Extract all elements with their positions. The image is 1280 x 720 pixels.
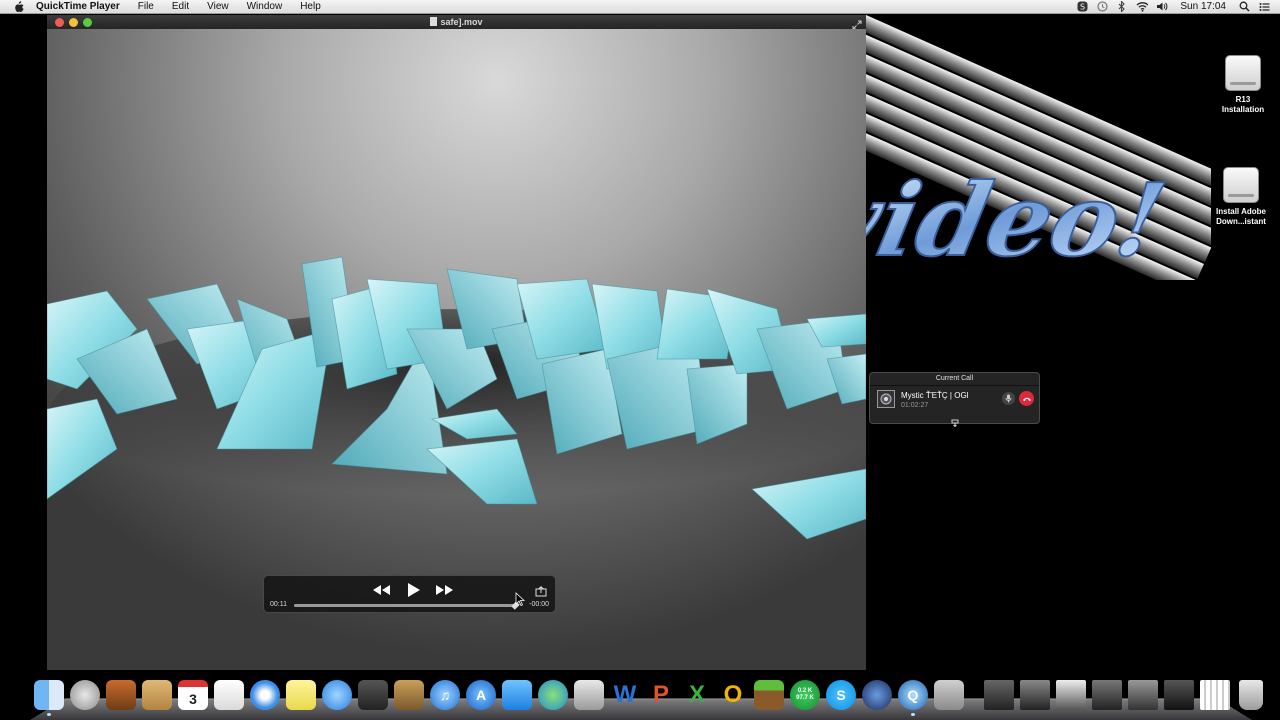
system-preferences-icon[interactable] — [106, 680, 136, 710]
scrubber-track[interactable] — [294, 601, 520, 610]
skype-status-icon[interactable]: S — [1076, 1, 1088, 13]
dock-items: 3 ♫ A W P X O 0.2 K 97.7 K S Q — [34, 678, 1263, 716]
cinema4d-icon[interactable] — [862, 680, 892, 710]
outlook-icon[interactable]: O — [718, 680, 748, 710]
video-frame[interactable]: 00:11 -00:00 — [47, 29, 866, 670]
window-title-text: safe].mov — [440, 17, 483, 27]
elapsed-time: 00:11 — [270, 601, 287, 608]
svg-text:S: S — [1080, 3, 1085, 12]
network-globe-icon[interactable] — [538, 680, 568, 710]
fullscreen-icon[interactable] — [852, 17, 862, 30]
wifi-icon[interactable] — [1136, 1, 1149, 13]
launchpad-icon[interactable] — [70, 680, 100, 710]
preview-icon[interactable] — [574, 680, 604, 710]
caller-avatar — [877, 390, 895, 408]
dock: 3 ♫ A W P X O 0.2 K 97.7 K S Q — [30, 672, 1263, 720]
app-store-icon[interactable]: A — [466, 680, 496, 710]
itunes-icon[interactable]: ♫ — [430, 680, 460, 710]
minecraft-icon[interactable] — [754, 680, 784, 710]
bluetooth-icon[interactable] — [1116, 1, 1128, 13]
desktop-icon-label: Installation — [1221, 105, 1265, 114]
video-content-ice-shards — [47, 256, 866, 540]
menu-bar: QuickTime Player File Edit View Window H… — [0, 0, 1280, 14]
notification-center-icon[interactable] — [1258, 1, 1270, 13]
menu-file[interactable]: File — [129, 0, 163, 14]
network-activity-icon[interactable]: 0.2 K 97.7 K — [790, 680, 820, 710]
app-menu-quicktime[interactable]: QuickTime Player — [26, 0, 129, 14]
image-capture-icon[interactable] — [934, 680, 964, 710]
wallpaper-artwork: video! — [866, 15, 1211, 280]
svg-text:video!: video! — [866, 161, 1175, 279]
calendar-day: 3 — [189, 690, 197, 707]
mouse-cursor-icon — [515, 592, 525, 606]
play-button[interactable] — [405, 582, 423, 598]
call-panel-header: Current Call — [870, 373, 1039, 386]
iphoto-icon[interactable] — [394, 680, 424, 710]
movie-file-icon — [430, 17, 438, 26]
share-icon[interactable] — [535, 583, 547, 599]
desktop-icon-label: Install Adobe — [1216, 207, 1266, 216]
rewind-button[interactable] — [370, 582, 392, 598]
minimized-window-thumbnail[interactable] — [1092, 680, 1122, 710]
mute-microphone-button[interactable] — [1002, 392, 1015, 405]
expand-panel-icon[interactable] — [951, 414, 959, 428]
spotlight-search-icon[interactable] — [1238, 1, 1250, 13]
quicktime-window: safe].mov 00:11 -00:00 — [47, 15, 866, 670]
excel-icon[interactable]: X — [682, 680, 712, 710]
menu-view[interactable]: View — [198, 0, 238, 14]
remaining-time: -00:00 — [529, 601, 549, 608]
time-machine-icon[interactable] — [1096, 1, 1108, 13]
powerpoint-icon[interactable]: P — [646, 680, 676, 710]
scrubber-progress — [294, 604, 515, 607]
stickies-icon[interactable] — [286, 680, 316, 710]
reminders-icon[interactable] — [214, 680, 244, 710]
call-duration: 01:02:27 — [901, 402, 929, 409]
window-title: safe].mov — [47, 15, 866, 29]
menu-edit[interactable]: Edit — [163, 0, 198, 14]
menu-help[interactable]: Help — [291, 0, 330, 14]
running-indicator — [47, 713, 51, 716]
menubar-clock[interactable]: Sun 17:04 — [1172, 1, 1234, 12]
quicktime-icon[interactable]: Q — [898, 680, 928, 716]
game-center-icon[interactable] — [502, 680, 532, 710]
window-titlebar[interactable]: safe].mov — [47, 15, 866, 30]
minimized-window-thumbnail[interactable] — [984, 680, 1014, 710]
trash-icon[interactable] — [1239, 680, 1263, 710]
minimized-window-thumbnail[interactable] — [1164, 680, 1194, 710]
drive-icon — [1225, 55, 1261, 91]
drive-icon — [1223, 167, 1259, 203]
running-indicator — [911, 713, 915, 716]
activity-up-value: 0.2 K — [797, 688, 813, 694]
safari-icon[interactable] — [250, 680, 280, 710]
downloads-stack-icon[interactable] — [1200, 680, 1230, 710]
finder-icon[interactable] — [34, 680, 64, 716]
desktop-icon-label: R13 — [1235, 95, 1251, 104]
desktop-icon-label: Down...istant — [1216, 217, 1266, 226]
desktop-icon-r13-installation[interactable]: R13 Installation — [1208, 55, 1278, 115]
minimized-window-thumbnail[interactable] — [1056, 680, 1086, 710]
contacts-icon[interactable] — [142, 680, 172, 710]
messages-icon[interactable] — [322, 680, 352, 710]
facetime-icon[interactable] — [358, 680, 388, 710]
activity-down-value: 97.7 K — [796, 695, 814, 701]
word-icon[interactable]: W — [610, 680, 640, 710]
playback-controller: 00:11 -00:00 — [263, 575, 556, 613]
desktop-icon-install-adobe[interactable]: Install Adobe Down...istant — [1206, 167, 1276, 227]
menu-window[interactable]: Window — [238, 0, 292, 14]
hang-up-button[interactable] — [1019, 391, 1034, 406]
minimized-window-thumbnail[interactable] — [1128, 680, 1158, 710]
fast-forward-button[interactable] — [434, 582, 456, 598]
minimized-window-thumbnail[interactable] — [1020, 680, 1050, 710]
volume-icon[interactable] — [1156, 1, 1168, 13]
skype-icon[interactable]: S — [826, 680, 856, 710]
caller-name: Mystic ŤΈŤÇ | OGl — [901, 391, 969, 400]
apple-menu-icon[interactable] — [12, 0, 26, 14]
calendar-icon[interactable]: 3 — [178, 680, 208, 710]
current-call-panel: Current Call Mystic ŤΈŤÇ | OGl 01:02:27 — [869, 372, 1040, 428]
